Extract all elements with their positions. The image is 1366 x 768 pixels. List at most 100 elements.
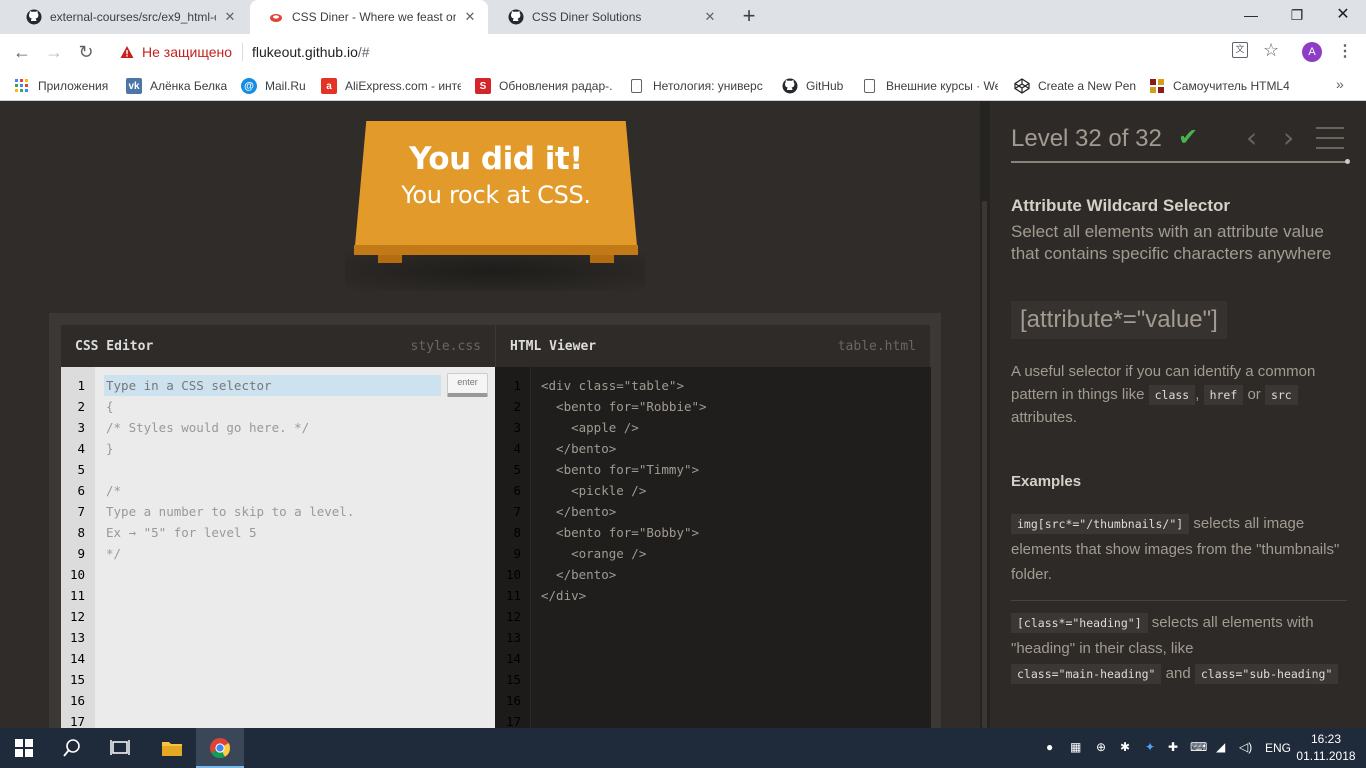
keyboard-tray-icon[interactable]: ⌨ — [1190, 740, 1207, 754]
line-number: 9 — [77, 546, 85, 561]
bookmark-netology[interactable]: Нетология: универс — [629, 76, 769, 96]
bookmark-html-tutorial[interactable]: Самоучитель HTML4 — [1149, 76, 1289, 96]
enter-button[interactable]: enter — [447, 373, 488, 397]
document-icon — [631, 79, 642, 93]
bookmark-label: Обновления радар-. — [499, 79, 613, 93]
bookmark-label: Приложения — [38, 79, 109, 93]
search-icon[interactable] — [48, 728, 96, 768]
system-clock[interactable]: 16:23 01.11.2018 — [1296, 731, 1356, 765]
checkmark-icon: ✔ — [1178, 124, 1199, 151]
line-number: 8 — [513, 525, 521, 540]
close-icon[interactable]: ✕ — [222, 9, 238, 25]
code-line: </bento> — [541, 441, 617, 456]
level-indicator: Level 32 of 32 — [1011, 125, 1162, 152]
tab-title: CSS Diner Solutions — [532, 10, 642, 24]
css-editor-title: CSS Editor — [75, 338, 154, 354]
tab-external-courses[interactable]: external-courses/src/ex9_html-cs ✕ — [8, 0, 248, 34]
table-edge — [354, 245, 638, 255]
security-status[interactable]: Не защищено — [142, 44, 232, 60]
bookmark-aliexpress[interactable]: a AliExpress.com - инте — [321, 76, 461, 96]
example-2-and: and — [1165, 665, 1191, 682]
bookmark-github[interactable]: GitHub — [782, 76, 843, 96]
hint-end: attributes. — [1011, 409, 1077, 426]
selector-name: Attribute Wildcard Selector — [1011, 196, 1230, 215]
bookmark-mailru[interactable]: @ Mail.Ru — [241, 76, 306, 96]
bookmark-label: Mail.Ru — [265, 79, 306, 93]
line-number: 12 — [505, 609, 521, 624]
level-progress-fill — [1011, 161, 1349, 163]
line-number: 14 — [505, 651, 521, 666]
chrome-icon[interactable] — [196, 728, 244, 768]
close-window-button[interactable]: ✕ — [1320, 0, 1366, 30]
download-tray-icon[interactable]: ⊕ — [1096, 740, 1106, 754]
restore-button[interactable]: ❐ — [1274, 0, 1320, 30]
selector-syntax: [attribute*="value"] — [1011, 301, 1227, 339]
bookmark-apps[interactable]: Приложения — [14, 76, 108, 96]
level-progress-end — [1345, 159, 1350, 164]
tools-tray-icon[interactable]: ✱ — [1120, 740, 1130, 754]
aliexpress-icon: a — [321, 78, 337, 94]
bluetooth-icon[interactable]: ✦ — [1145, 740, 1155, 754]
address-bar[interactable]: Не защищено flukeout.github.io/# — [108, 38, 1288, 66]
bookmark-label: Самоучитель HTML4 — [1173, 79, 1289, 93]
bookmark-external-courses[interactable]: Внешние курсы · We — [862, 76, 998, 96]
code-line: */ — [106, 546, 122, 561]
code-line: <bento for="Bobby"> — [541, 525, 700, 540]
kebab-menu-icon[interactable]: ⋮ — [1337, 41, 1353, 61]
file-explorer-icon[interactable] — [148, 728, 196, 768]
url-text[interactable]: flukeout.github.io/# — [252, 44, 370, 60]
wifi-icon[interactable]: ◢ — [1216, 740, 1225, 754]
back-button[interactable]: ← — [10, 41, 34, 63]
more-bookmarks-icon[interactable]: » — [1336, 76, 1344, 92]
bookmark-codepen[interactable]: Create a New Pen — [1014, 76, 1136, 96]
win-message-title: You did it! — [409, 141, 583, 177]
line-number: 6 — [77, 483, 85, 498]
previous-level-button[interactable]: ‹ — [1246, 121, 1257, 154]
line-number: 16 — [505, 693, 521, 708]
close-icon[interactable]: ✕ — [462, 9, 478, 25]
css-selector-input[interactable] — [106, 375, 436, 396]
close-icon[interactable]: ✕ — [702, 9, 718, 25]
avatar[interactable]: A — [1302, 42, 1322, 62]
page: You did it! You rock at CSS. CSS Editor … — [0, 101, 1366, 728]
tab-title: CSS Diner - Where we feast on C — [292, 10, 456, 24]
line-number: 13 — [505, 630, 521, 645]
tray-people-icon[interactable]: ● — [1046, 740, 1053, 754]
reload-button[interactable]: ↻ — [74, 41, 98, 63]
line-number: 2 — [513, 399, 521, 414]
line-number: 5 — [513, 462, 521, 477]
task-view-icon[interactable] — [96, 728, 144, 768]
mailru-icon: @ — [241, 78, 257, 94]
scrollbar-thumb[interactable] — [982, 201, 987, 728]
bookmark-vk[interactable]: vk Алёнка Белка — [126, 76, 227, 96]
bookmarks-bar: Приложения vk Алёнка Белка @ Mail.Ru a A… — [0, 70, 1366, 101]
start-button[interactable] — [0, 728, 48, 768]
flag-icon[interactable]: ▦ — [1070, 740, 1081, 754]
example-2-code-main: class="main-heading" — [1011, 664, 1162, 684]
omnibox-divider — [242, 43, 243, 61]
next-level-button[interactable]: › — [1283, 121, 1294, 154]
minimize-button[interactable]: — — [1228, 0, 1274, 30]
level-menu-icon[interactable] — [1316, 127, 1344, 157]
language-indicator[interactable]: ENG — [1265, 741, 1291, 755]
hint-code-class: class — [1148, 385, 1196, 405]
bookmark-radar[interactable]: S Обновления радар-. — [475, 76, 615, 96]
hint-code-href: href — [1203, 385, 1244, 405]
bookmark-label: Внешние курсы · We — [886, 79, 998, 93]
new-tab-button[interactable]: + — [737, 4, 761, 28]
update-tray-icon[interactable]: ✚ — [1168, 740, 1178, 754]
tab-css-diner-solutions[interactable]: CSS Diner Solutions ✕ — [490, 0, 728, 34]
code-line: <apple /> — [541, 420, 639, 435]
star-icon[interactable]: ☆ — [1263, 40, 1279, 61]
volume-icon[interactable]: ◁) — [1239, 740, 1252, 754]
line-number: 11 — [505, 588, 521, 603]
forward-button[interactable]: → — [42, 41, 66, 63]
tab-css-diner[interactable]: CSS Diner - Where we feast on C ✕ — [250, 0, 488, 34]
line-number: 14 — [69, 651, 85, 666]
line-number: 16 — [69, 693, 85, 708]
translate-icon[interactable]: 文 — [1232, 42, 1248, 58]
line-number: 7 — [77, 504, 85, 519]
line-number: 17 — [69, 714, 85, 728]
bookmark-label: AliExpress.com - инте — [345, 79, 461, 93]
bookmark-label: Алёнка Белка — [150, 79, 228, 93]
